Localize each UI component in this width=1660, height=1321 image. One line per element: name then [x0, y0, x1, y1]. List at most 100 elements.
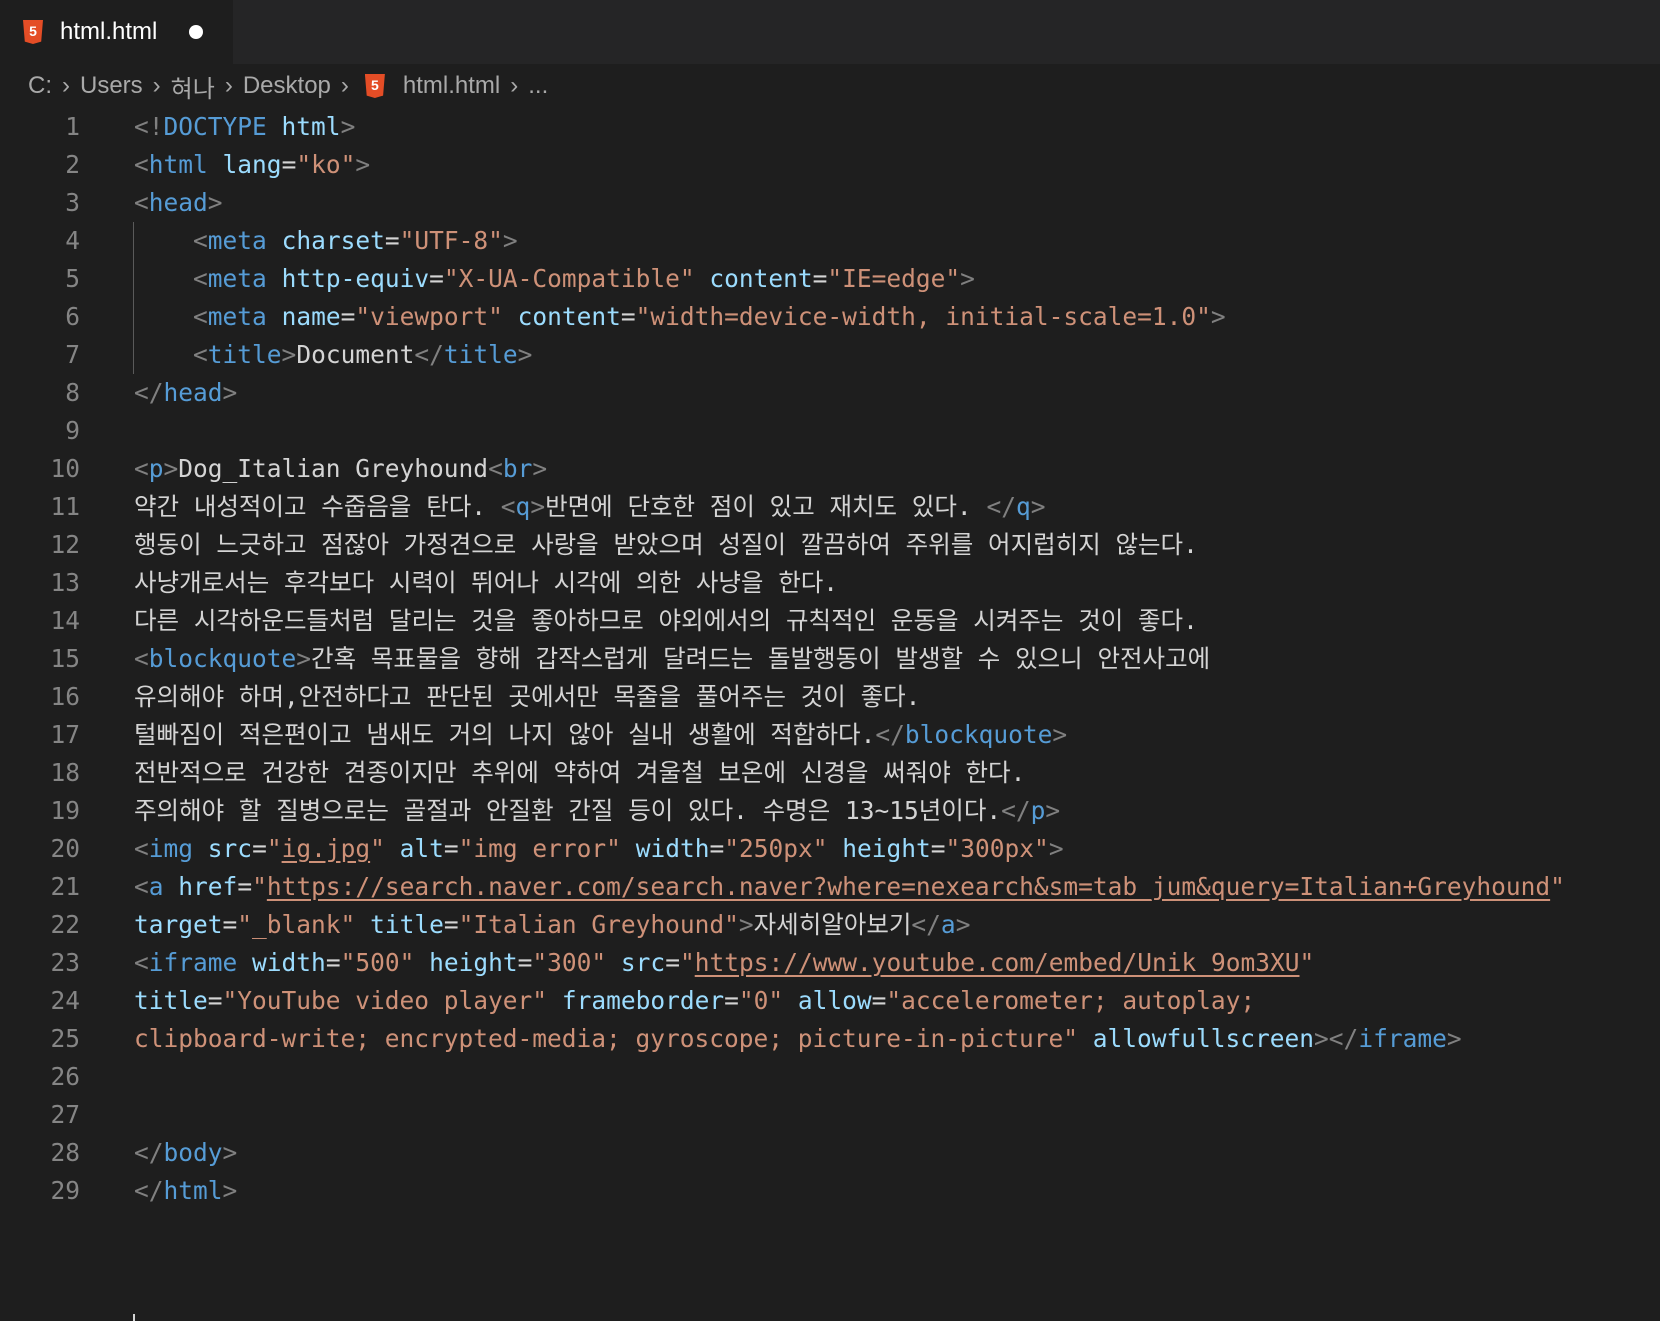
code-line[interactable]: 3 <head>	[0, 184, 1660, 222]
code-line[interactable]: 17 털빠짐이 적은편이고 냄새도 거의 나지 않아 실내 생활에 적합하다.</…	[0, 716, 1660, 754]
line-number: 8	[65, 378, 80, 407]
code-line[interactable]: 8 </head>	[0, 374, 1660, 412]
code-string: "300"	[532, 948, 607, 977]
code-string: "ko"	[296, 150, 356, 179]
code-attribute: allowfullscreen	[1092, 1024, 1315, 1053]
code-line[interactable]: 11 약간 내성적이고 수줍음을 탄다. <q>반면에 단호한 점이 있고 재치도…	[0, 488, 1660, 526]
tab-html-file[interactable]: 5 html.html	[0, 0, 233, 64]
code-line[interactable]: 18 전반적으로 건강한 견종이지만 추위에 약하여 겨울철 보온에 신경을 써줘…	[0, 754, 1660, 792]
breadcrumb-drive[interactable]: C:	[28, 72, 52, 100]
code-text: =	[325, 948, 341, 977]
code-attribute: src	[207, 834, 253, 863]
code-line[interactable]: 20 <img src="ig.jpg" alt="img error" widt…	[0, 830, 1660, 868]
code-line[interactable]: 6 <meta name="viewport" content="width=d…	[0, 298, 1660, 336]
breadcrumb-symbols[interactable]: ...	[528, 72, 548, 100]
line-number: 22	[50, 910, 80, 939]
code-string: "	[1550, 872, 1565, 901]
code-string: "	[266, 834, 282, 863]
code-content: <img src="ig.jpg" alt="img error" width=…	[134, 830, 1064, 868]
code-punctuation: >	[1030, 492, 1046, 521]
code-punctuation: <	[134, 872, 149, 901]
code-text: =	[620, 302, 636, 331]
code-line[interactable]: 21 <a href="https://search.naver.com/sear…	[0, 868, 1660, 906]
code-attribute: target	[134, 910, 223, 939]
code-line[interactable]: 19 주의해야 할 질병으로는 골절과 안질환 간질 등이 있다. 수명은 13~…	[0, 792, 1660, 830]
code-line[interactable]: 10 <p>Dog_Italian Greyhound<br>	[0, 450, 1660, 488]
code-tag: head	[148, 188, 208, 217]
code-attribute: allow	[797, 986, 872, 1015]
code-punctuation: </	[134, 1176, 164, 1205]
code-line[interactable]: 24 title="YouTube video player" framebord…	[0, 982, 1660, 1020]
code-line[interactable]: 12 행동이 느긋하고 점잖아 가정견으로 사랑을 받았으며 성질이 깔끔하여 주…	[0, 526, 1660, 564]
code-content: <iframe width="500" height="300" src="ht…	[134, 944, 1314, 982]
code-line[interactable]: 25 clipboard-write; encrypted-media; gyro…	[0, 1020, 1660, 1058]
code-line[interactable]: 22 target="_blank" title="Italian Greyhou…	[0, 906, 1660, 944]
code-string: "Italian Greyhound"	[458, 910, 739, 939]
code-text: 반면에 단호한 점이 있고 재치도 있다.	[545, 492, 987, 521]
code-tag: meta	[207, 226, 267, 255]
code-attribute: title	[134, 986, 208, 1015]
code-line[interactable]: 1 <!DOCTYPE html>	[0, 108, 1660, 146]
code-line[interactable]: 23 <iframe width="500" height="300" src="…	[0, 944, 1660, 982]
code-tag: p	[1030, 796, 1046, 825]
code-attribute: title	[370, 910, 444, 939]
code-content: clipboard-write; encrypted-media; gyrosc…	[134, 1020, 1462, 1058]
line-number: 12	[50, 530, 80, 559]
code-punctuation: <	[134, 834, 149, 863]
code-editor[interactable]: 1 <!DOCTYPE html> 2 <html lang="ko"> 3 <head>…	[0, 108, 1660, 1321]
code-tag: title	[443, 340, 518, 369]
code-attribute: lang	[222, 150, 282, 179]
code-line[interactable]: 2 <html lang="ko">	[0, 146, 1660, 184]
code-punctuation: >	[222, 1138, 238, 1167]
breadcrumb-desktop[interactable]: Desktop	[243, 72, 331, 100]
code-line[interactable]: 15 <blockquote>간혹 목표물을 향해 갑작스럽게 달려드는 돌발행동…	[0, 640, 1660, 678]
code-string: "YouTube video player"	[222, 986, 548, 1015]
code-line[interactable]: 5 <meta http-equiv="X-UA-Compatible" con…	[0, 260, 1660, 298]
breadcrumb-users[interactable]: Users	[80, 72, 143, 100]
code-line[interactable]: 7 <title>Document</title>	[0, 336, 1660, 374]
code-content: 털빠짐이 적은편이고 냄새도 거의 나지 않아 실내 생활에 적합하다.</bl…	[134, 716, 1067, 754]
code-line[interactable]: 26	[0, 1058, 1660, 1096]
code-punctuation: <	[134, 454, 149, 483]
code-line[interactable]: 4 <meta charset="UTF-8">	[0, 222, 1660, 260]
code-content: <meta charset="UTF-8">	[134, 222, 518, 260]
code-content: target="_blank" title="Italian Greyhound…	[134, 906, 970, 944]
breadcrumb-user-folder[interactable]: 혀나	[171, 69, 215, 104]
code-punctuation: >	[1048, 834, 1064, 863]
code-tag: br	[502, 454, 533, 483]
unsaved-dot-icon[interactable]	[189, 25, 204, 39]
code-tag: a	[148, 872, 164, 901]
line-number: 27	[50, 1100, 80, 1129]
code-link[interactable]: ig.jpg	[282, 834, 371, 863]
code-attribute: width	[252, 948, 326, 977]
code-content: 약간 내성적이고 수줍음을 탄다. <q>반면에 단호한 점이 있고 재치도 있…	[134, 488, 1045, 526]
chevron-right-icon: ›	[62, 72, 70, 99]
code-line[interactable]: 29 </html>	[0, 1172, 1660, 1210]
chevron-right-icon: ›	[152, 72, 161, 99]
code-link[interactable]: https://www.youtube.com/embed/Unik_9om3X…	[695, 948, 1300, 977]
code-punctuation: >	[502, 226, 518, 255]
code-punctuation: >	[738, 910, 754, 939]
code-line[interactable]: 9	[0, 412, 1660, 450]
code-string: "IE=edge"	[827, 264, 961, 293]
code-line[interactable]: 27	[0, 1096, 1660, 1134]
breadcrumb-file[interactable]: html.html	[403, 72, 500, 100]
code-punctuation: <	[193, 264, 208, 293]
code-text: =	[812, 264, 828, 293]
code-line[interactable]: 28 </body>	[0, 1134, 1660, 1172]
code-link[interactable]: https://search.naver.com/search.naver?wh…	[267, 872, 1550, 901]
code-content: <head>	[134, 184, 223, 222]
code-punctuation: <	[488, 454, 503, 483]
code-line[interactable]: 13 사냥개로서는 후각보다 시력이 뛰어나 시각에 의한 사냥을 한다.	[0, 564, 1660, 602]
code-text: 간혹 목표물을 향해 갑작스럽게 달려드는 돌발행동이 발생할 수 있으니 안전…	[311, 644, 1211, 673]
code-line[interactable]: 14 다른 시각하운드들처럼 달리는 것을 좋아하므로 야외에서의 규칙적인 운동…	[0, 602, 1660, 640]
code-line[interactable]: 16 유의해야 하며,안전하다고 판단된 곳에서만 목줄을 풀어주는 것이 좋다.	[0, 678, 1660, 716]
